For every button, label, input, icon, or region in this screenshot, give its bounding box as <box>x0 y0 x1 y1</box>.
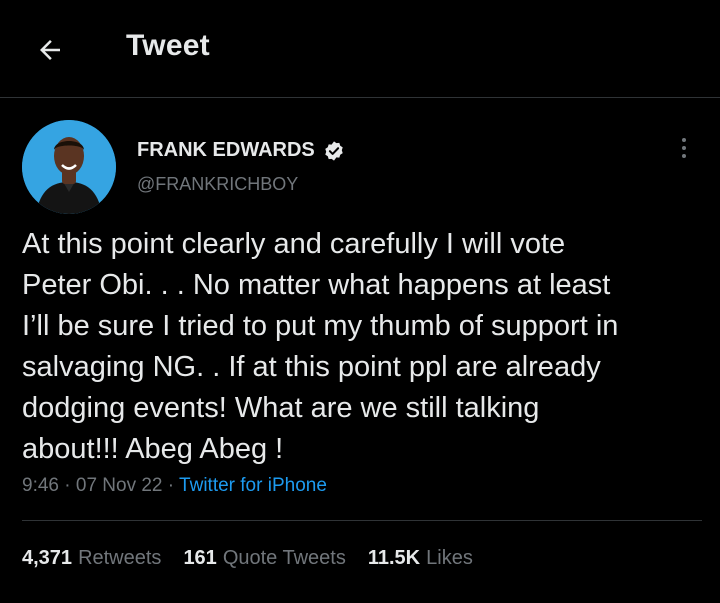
meta-separator: · <box>64 475 71 496</box>
tweet-date[interactable]: 07 Nov 22 <box>76 475 163 496</box>
tweet-stats: 4,371 Retweets 161 Quote Tweets 11.5K Likes <box>22 547 473 570</box>
retweets-stat[interactable]: 4,371 Retweets <box>22 547 161 570</box>
profile-photo-icon <box>22 120 116 214</box>
quote-tweets-count: 161 <box>183 547 217 569</box>
verified-badge-icon <box>323 140 345 162</box>
retweets-count: 4,371 <box>22 547 73 569</box>
quote-tweets-stat[interactable]: 161 Quote Tweets <box>183 547 345 570</box>
page-title: Tweet <box>126 29 210 62</box>
likes-label: Likes <box>426 547 473 569</box>
meta-separator: · <box>167 475 175 496</box>
tweet-meta: 9:46 · 07 Nov 22 · Twitter for iPhone <box>22 475 327 497</box>
tweet-text: At this point clearly and carefully I wi… <box>22 228 619 465</box>
top-bar: Tweet <box>0 0 720 98</box>
back-button[interactable] <box>26 26 74 74</box>
author-name[interactable]: FRANK EDWARDS <box>137 139 345 162</box>
more-options-button[interactable] <box>672 133 696 163</box>
divider <box>22 520 702 521</box>
author-name-text: FRANK EDWARDS <box>137 139 315 161</box>
likes-count: 11.5K <box>367 547 421 569</box>
tweet-source-link[interactable]: Twitter for iPhone <box>179 475 327 496</box>
avatar[interactable] <box>22 120 116 214</box>
author-handle[interactable]: @FRANKRICHBOY <box>137 174 298 195</box>
retweets-label: Retweets <box>78 547 162 569</box>
tweet-time[interactable]: 9:46 <box>22 475 59 496</box>
likes-stat[interactable]: 11.5K Likes <box>368 547 473 570</box>
quote-tweets-label: Quote Tweets <box>222 547 346 569</box>
arrow-left-icon <box>40 40 60 60</box>
more-vertical-icon <box>682 138 686 142</box>
